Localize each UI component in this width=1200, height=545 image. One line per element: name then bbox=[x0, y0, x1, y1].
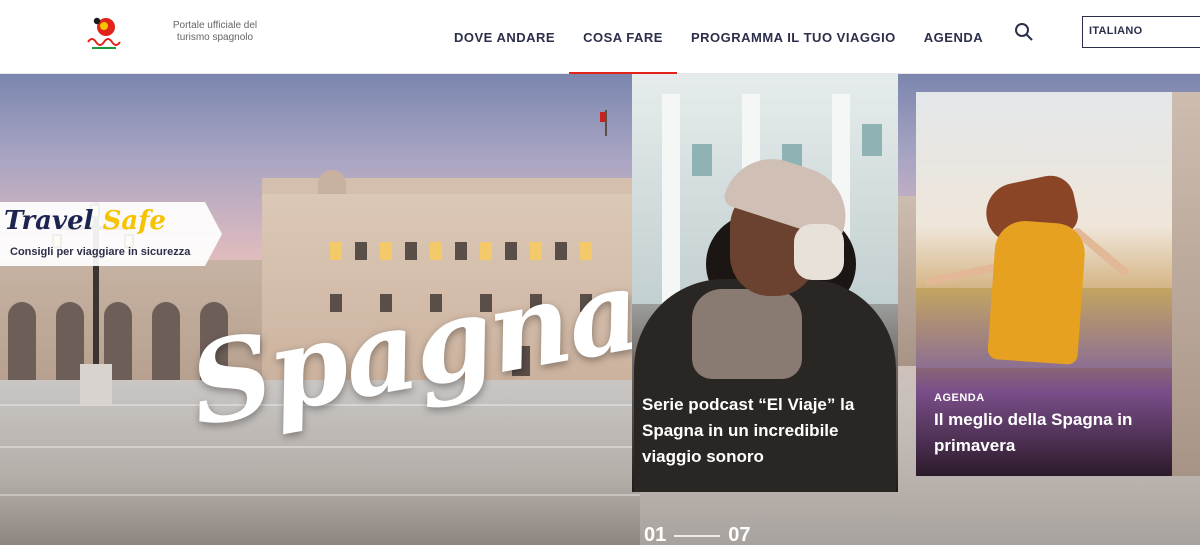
nav-item-agenda[interactable]: AGENDA bbox=[910, 0, 997, 74]
person-scarf bbox=[692, 289, 802, 379]
agenda-card-text[interactable]: Il meglio della Spagna in primavera bbox=[934, 407, 1164, 459]
plaza-line bbox=[0, 494, 640, 496]
building-window bbox=[692, 144, 712, 176]
espana-logo-icon[interactable] bbox=[82, 12, 126, 56]
building-column bbox=[662, 94, 680, 304]
podcast-card[interactable]: Serie podcast “El Viaje” la Spagna in un… bbox=[632, 74, 898, 492]
colonnade-arch bbox=[152, 302, 180, 380]
palace-window bbox=[405, 242, 417, 260]
travel-safe-word: Travel bbox=[4, 206, 94, 236]
palace-dome bbox=[318, 170, 346, 196]
travel-safe-subtitle: Consigli per viaggiare in sicurezza bbox=[10, 246, 191, 258]
flag bbox=[600, 112, 606, 122]
palace-window bbox=[480, 242, 492, 260]
travel-safe-badge[interactable]: Travel Safe Consigli per viaggiare in si… bbox=[0, 202, 222, 266]
language-selector[interactable]: ITALIANO bbox=[1082, 16, 1200, 48]
main-nav: DOVE ANDARE COSA FARE PROGRAMMA IL TUO V… bbox=[440, 0, 997, 75]
palace-window bbox=[430, 242, 442, 260]
nav-item-programma-viaggio[interactable]: PROGRAMMA IL TUO VIAGGIO bbox=[677, 0, 910, 74]
pager-line bbox=[674, 534, 721, 537]
travel-safe-title: Travel Safe bbox=[4, 206, 166, 236]
carousel-pager[interactable]: 01 07 bbox=[644, 524, 751, 545]
palace-window bbox=[380, 242, 392, 260]
site-header: Portale ufficiale del turismo spagnolo D… bbox=[0, 0, 1200, 75]
palace-window bbox=[530, 242, 542, 260]
nav-item-cosa-fare[interactable]: COSA FARE bbox=[569, 0, 677, 75]
background-strip bbox=[898, 196, 916, 366]
search-icon[interactable] bbox=[1014, 22, 1034, 42]
palace-window bbox=[355, 242, 367, 260]
person-glove bbox=[794, 224, 844, 280]
palace-window bbox=[455, 242, 467, 260]
lamp-base bbox=[80, 364, 112, 404]
pager-total: 07 bbox=[728, 524, 751, 545]
agenda-card[interactable]: AGENDA Il meglio della Spagna in primave… bbox=[916, 92, 1172, 476]
safe-word: Safe bbox=[102, 206, 166, 236]
agenda-card-tag: AGENDA bbox=[934, 392, 985, 404]
woman-dress bbox=[987, 219, 1087, 365]
palace-window bbox=[330, 242, 342, 260]
plaza-line bbox=[0, 446, 640, 448]
palace-window bbox=[505, 242, 517, 260]
colonnade-arch bbox=[8, 302, 36, 380]
podcast-card-text[interactable]: Serie podcast “El Viaje” la Spagna in un… bbox=[642, 392, 890, 470]
nav-item-dove-andare[interactable]: DOVE ANDARE bbox=[440, 0, 569, 74]
pager-current: 01 bbox=[644, 524, 667, 545]
background-strip bbox=[1172, 92, 1200, 476]
site-tagline: Portale ufficiale del turismo spagnolo bbox=[172, 20, 258, 43]
building-window bbox=[862, 124, 882, 156]
